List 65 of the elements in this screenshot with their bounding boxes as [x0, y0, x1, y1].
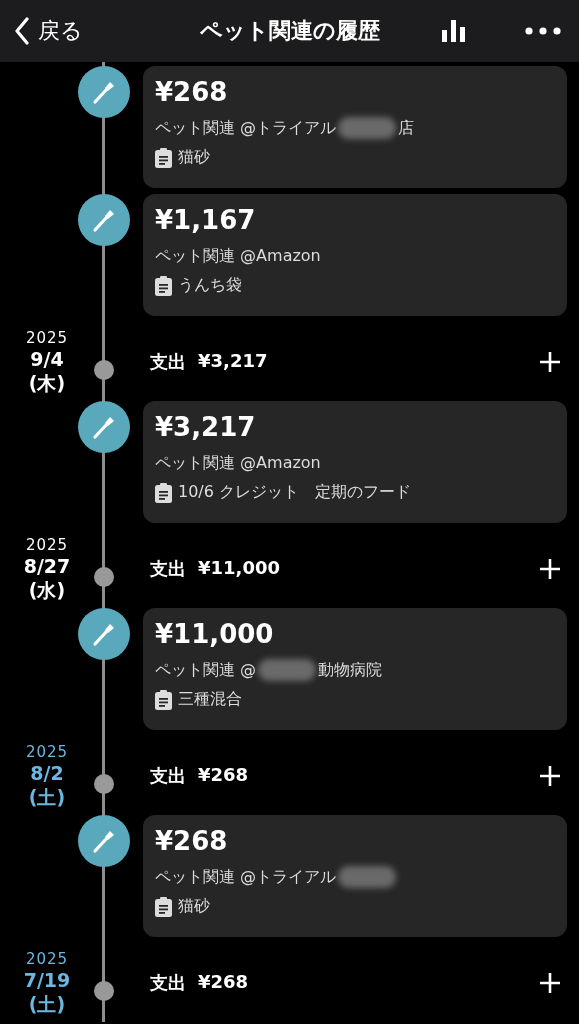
plus-icon — [539, 557, 561, 580]
amount: ¥268 — [155, 76, 229, 108]
weekday-label: (土) — [28, 991, 66, 1016]
toothbrush-icon — [91, 79, 117, 105]
transaction-card[interactable]: ¥3,217 ペット関連 @Amazon 10/6 クレジット 定期のフード — [143, 401, 567, 523]
date-label: 9/4 — [30, 346, 64, 371]
plus-icon — [539, 971, 561, 994]
add-button[interactable] — [539, 350, 561, 373]
expense-label: 支出 — [150, 349, 186, 374]
add-button[interactable] — [539, 764, 561, 787]
day-total: ¥3,217 — [198, 349, 268, 373]
bar-chart-icon — [441, 20, 467, 42]
memo-text: 10/6 クレジット 定期のフード — [178, 482, 411, 503]
screen-title: ペット関連の履歴 — [199, 18, 380, 43]
category-store: ペット関連 @トライアル — [155, 117, 337, 139]
toothbrush-icon — [91, 621, 117, 647]
plus-icon — [539, 764, 561, 787]
clipboard-icon — [155, 275, 172, 296]
plus-icon — [539, 350, 561, 373]
date-year: 2025 — [25, 328, 69, 347]
date-year: 2025 — [25, 949, 69, 968]
toothbrush-icon — [91, 414, 117, 440]
weekday-label: (水) — [28, 577, 66, 602]
transaction-card[interactable]: ¥1,167 ペット関連 @Amazon うんち袋 — [143, 194, 567, 316]
weekday-label: (木) — [28, 370, 66, 395]
memo-text: 猫砂 — [178, 147, 210, 168]
clipboard-icon — [155, 896, 172, 917]
toothbrush-icon — [91, 207, 117, 233]
clipboard-icon — [155, 147, 172, 168]
add-button[interactable] — [539, 557, 561, 580]
more-icon — [525, 27, 561, 35]
back-button[interactable]: 戻る — [10, 16, 87, 46]
day-total: ¥268 — [198, 970, 249, 994]
category-store: ペット関連 @Amazon — [155, 245, 321, 267]
date-year: 2025 — [25, 535, 69, 554]
date-label: 8/27 — [23, 553, 71, 578]
amount: ¥11,000 — [155, 618, 275, 650]
expense-label: 支出 — [150, 556, 186, 581]
date-year: 2025 — [25, 742, 69, 761]
expense-label: 支出 — [150, 763, 186, 788]
amount: ¥1,167 — [155, 204, 257, 236]
store-suffix: 動物病院 — [318, 659, 383, 681]
date-label: 7/19 — [23, 967, 71, 992]
add-button[interactable] — [539, 971, 561, 994]
day-total: ¥11,000 — [198, 556, 280, 580]
transaction-card[interactable]: ¥11,000 ペット関連 @ 動物病院 三種混合 — [143, 608, 567, 730]
clipboard-icon — [155, 482, 172, 503]
category-store: ペット関連 @ — [155, 659, 257, 681]
day-total: ¥268 — [198, 763, 249, 787]
memo-text: 三種混合 — [178, 689, 242, 710]
back-chevron-icon — [14, 17, 30, 45]
expense-label: 支出 — [150, 970, 186, 995]
memo-text: 猫砂 — [178, 896, 210, 917]
toothbrush-icon — [91, 828, 117, 854]
amount: ¥3,217 — [155, 411, 257, 443]
category-store: ペット関連 @Amazon — [155, 452, 321, 474]
store-suffix: 店 — [398, 117, 415, 139]
clipboard-icon — [155, 689, 172, 710]
weekday-label: (土) — [28, 784, 66, 809]
amount: ¥268 — [155, 825, 229, 857]
memo-text: うんち袋 — [178, 275, 242, 296]
category-store: ペット関連 @トライアル — [155, 866, 337, 888]
transaction-card[interactable]: ¥268 ペット関連 @トライアル 店 猫砂 — [143, 66, 567, 188]
transaction-card[interactable]: ¥268 ペット関連 @トライアル 猫砂 — [143, 815, 567, 937]
date-label: 8/2 — [30, 760, 64, 785]
